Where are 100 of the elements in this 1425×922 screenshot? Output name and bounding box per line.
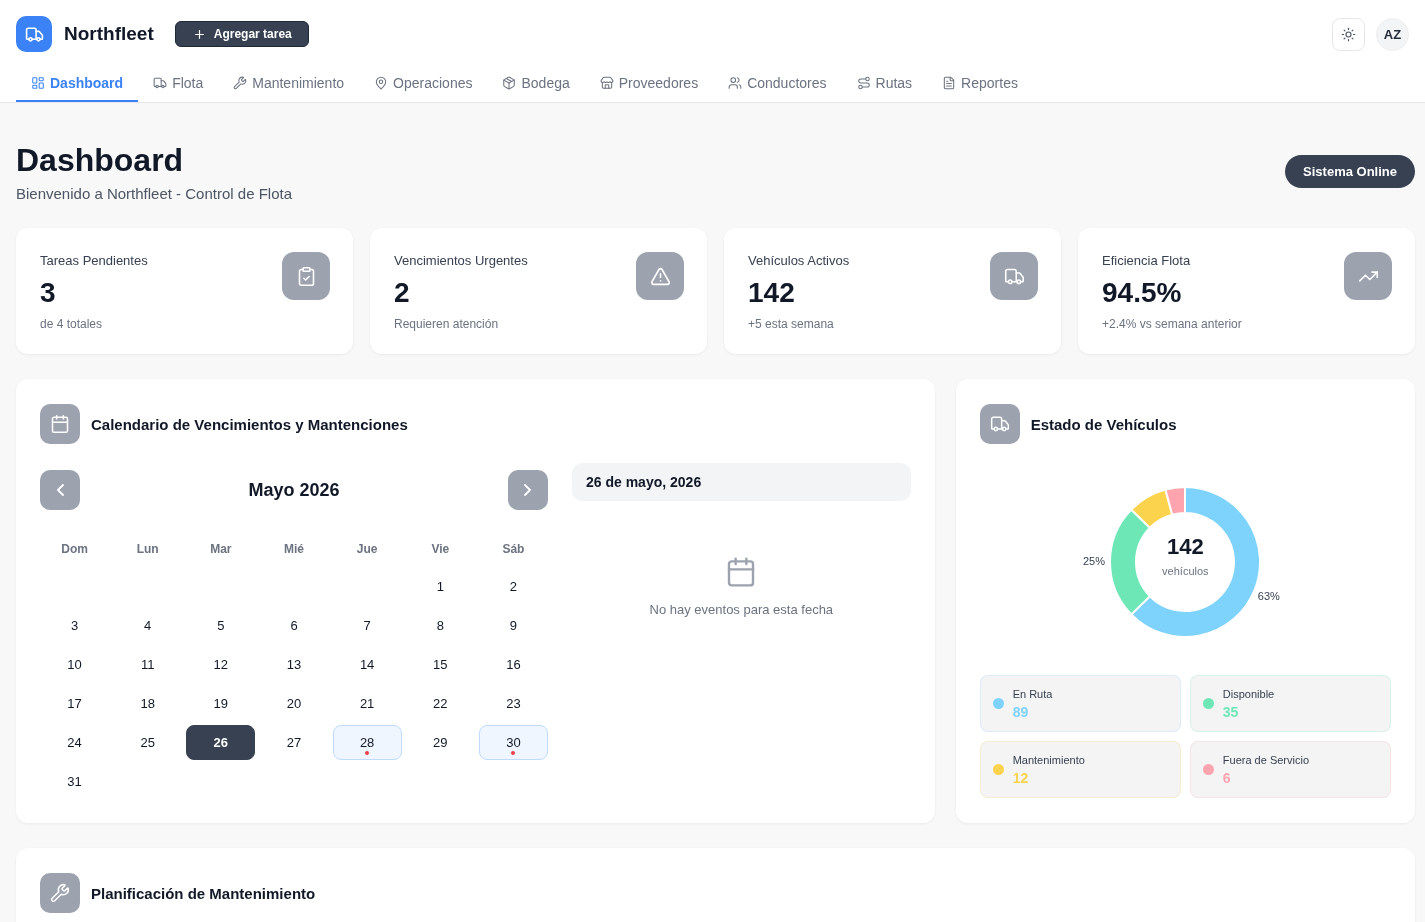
nav-tab[interactable]: Reportes	[927, 66, 1033, 102]
nav-tab[interactable]: Flota	[138, 66, 219, 102]
status-label: Fuera de Servicio	[1222, 753, 1310, 767]
brand-name: Northfleet	[64, 23, 154, 45]
slice-percent-label: 63%	[1258, 590, 1281, 603]
status-label: En Ruta	[1012, 687, 1053, 701]
calendar-day[interactable]: 29	[405, 725, 475, 760]
nav-tab[interactable]: Operaciones	[359, 66, 488, 102]
truck-icon	[979, 404, 1020, 444]
calendar-day[interactable]: 26	[186, 725, 256, 760]
status-label: Disponible	[1222, 687, 1275, 701]
stat-note: +5 esta semana	[748, 316, 835, 332]
route-icon	[856, 76, 871, 90]
calendar-day[interactable]: 18	[113, 686, 183, 721]
map-pin-icon	[374, 76, 389, 90]
calendar-day[interactable]: 22	[405, 686, 475, 721]
status-count: 89	[1012, 704, 1030, 720]
status-count: 35	[1222, 704, 1240, 720]
card-title: Planificación de Mantenimiento	[91, 884, 316, 902]
calendar-day[interactable]: 2	[478, 569, 548, 604]
total-vehicles-label: vehículos	[1162, 564, 1209, 578]
card-title: Estado de Vehículos	[1030, 415, 1177, 433]
calendar-day[interactable]: 15	[405, 647, 475, 682]
calendar-day[interactable]: 4	[113, 608, 183, 643]
add-task-button[interactable]: Agregar tarea	[174, 21, 309, 47]
stat-note: Requieren atención	[394, 316, 500, 332]
page-title: Dashboard	[16, 141, 185, 180]
sun-icon	[1341, 26, 1356, 42]
calendar-day[interactable]: 8	[405, 608, 475, 643]
plus-icon	[192, 27, 206, 41]
weekday-label: Vie	[430, 541, 451, 558]
stat-value: 142	[748, 276, 796, 310]
total-vehicles-value: 142	[1166, 534, 1204, 560]
calendar-day[interactable]: 27	[259, 725, 329, 760]
calendar-day[interactable]: 19	[186, 686, 256, 721]
warning-icon	[636, 252, 684, 300]
theme-toggle-button[interactable]	[1332, 17, 1365, 51]
clipboard-check-icon	[282, 252, 330, 300]
calendar-day[interactable]: 3	[40, 608, 110, 643]
stat-label: Vehículos Activos	[748, 252, 850, 270]
calendar-day[interactable]: 14	[332, 647, 402, 682]
calendar-day[interactable]: 17	[40, 686, 110, 721]
stat-note: +2.4% vs semana anterior	[1102, 316, 1242, 332]
users-icon	[728, 76, 743, 90]
nav-tab[interactable]: Dashboard	[16, 66, 139, 102]
calendar-day[interactable]: 1	[405, 569, 475, 604]
dashboard-grid-icon	[31, 76, 45, 90]
user-avatar[interactable]: AZ	[1376, 17, 1409, 51]
stat-note: de 4 totales	[40, 316, 104, 332]
next-month-button[interactable]	[507, 470, 548, 510]
calendar-day[interactable]: 25	[113, 725, 183, 760]
nav-tab[interactable]: Conductores	[713, 66, 842, 102]
weekday-label: Mar	[209, 541, 233, 558]
calendar-day[interactable]: 31	[40, 764, 110, 799]
status-count: 6	[1222, 770, 1232, 786]
wrench-icon	[233, 76, 248, 90]
document-icon	[942, 76, 957, 90]
calendar-day[interactable]: 28	[332, 725, 402, 760]
wrench-icon	[40, 873, 80, 913]
calendar-day[interactable]: 13	[259, 647, 329, 682]
event-dot-icon	[511, 751, 516, 755]
page-subtitle: Bienvenido a Northfleet - Control de Flota	[16, 185, 292, 203]
empty-state-message: No hay eventos para esta fecha	[649, 602, 834, 618]
month-title: Mayo 2026	[248, 479, 340, 501]
calendar-day[interactable]: 12	[186, 647, 256, 682]
chevron-right-icon	[524, 484, 532, 496]
calendar-icon	[40, 404, 80, 444]
calendar-day[interactable]: 7	[332, 608, 402, 643]
nav-tab[interactable]: Rutas	[841, 66, 928, 102]
weekday-label: Lun	[135, 541, 160, 558]
nav-tab[interactable]: Proveedores	[584, 66, 714, 102]
calendar-day[interactable]: 21	[332, 686, 402, 721]
stat-value: 94.5%	[1102, 276, 1183, 310]
nav-tab[interactable]: Bodega	[487, 66, 585, 102]
nav-tab[interactable]: Mantenimiento	[218, 66, 360, 102]
calendar-day[interactable]: 20	[259, 686, 329, 721]
trend-up-icon	[1344, 252, 1392, 300]
stat-value: 3	[40, 276, 57, 310]
card-title: Calendario de Vencimientos y Mantenciones	[91, 415, 408, 433]
calendar-day[interactable]: 24	[40, 725, 110, 760]
weekday-label: Jue	[355, 541, 379, 558]
calendar-day[interactable]: 30	[478, 725, 548, 760]
box-icon	[502, 76, 517, 90]
stat-value: 2	[394, 276, 411, 310]
calendar-day[interactable]: 16	[478, 647, 548, 682]
previous-month-button[interactable]	[40, 470, 80, 510]
weekday-label: Sáb	[501, 541, 526, 558]
event-dot-icon	[365, 751, 370, 755]
calendar-day[interactable]: 5	[186, 608, 256, 643]
slice-percent-label: 25%	[1083, 554, 1106, 567]
status-count: 12	[1012, 770, 1030, 786]
calendar-day[interactable]: 11	[113, 647, 183, 682]
weekday-label: Dom	[60, 541, 89, 558]
calendar-day[interactable]: 23	[478, 686, 548, 721]
calendar-day[interactable]: 10	[40, 647, 110, 682]
calendar-day[interactable]: 6	[259, 608, 329, 643]
status-badge: Sistema Online	[1285, 155, 1415, 188]
calendar-day[interactable]: 9	[478, 608, 548, 643]
truck-icon	[153, 76, 168, 90]
stat-label: Vencimientos Urgentes	[394, 252, 528, 270]
